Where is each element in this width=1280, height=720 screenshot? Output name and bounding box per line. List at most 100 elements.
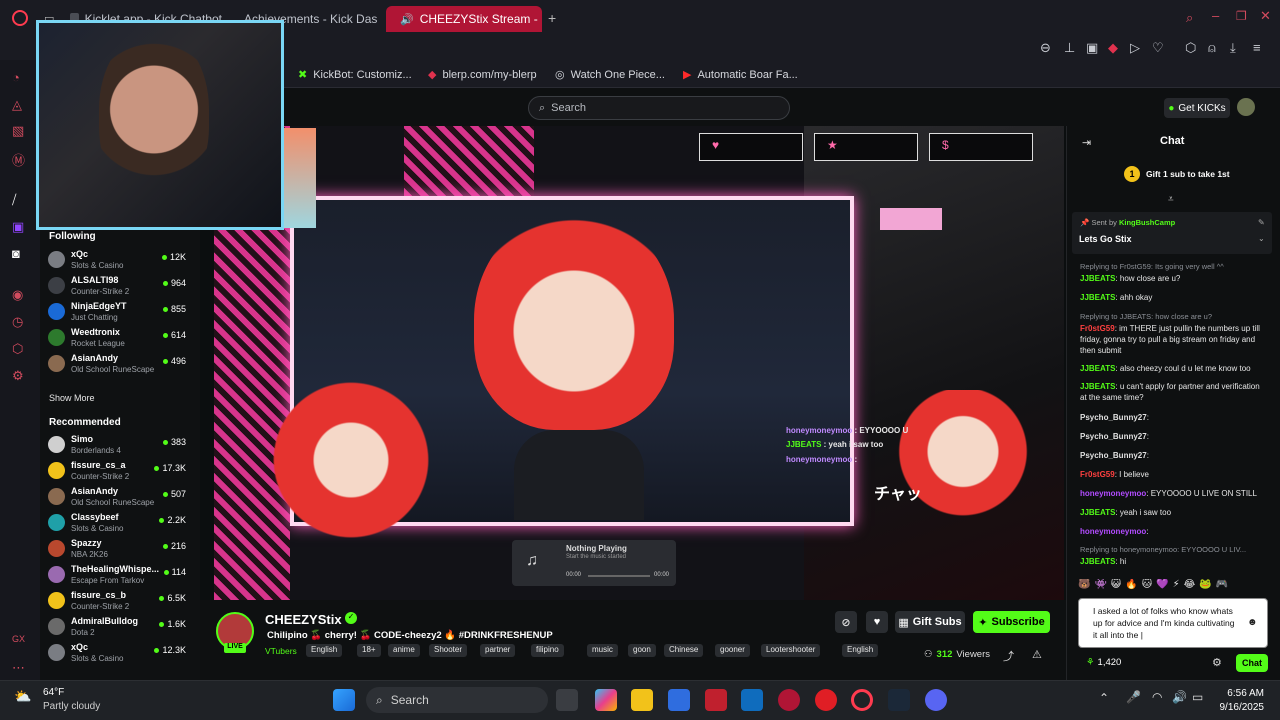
volume-icon[interactable]: 🔊	[1172, 690, 1187, 704]
file-explorer-icon[interactable]	[631, 689, 653, 711]
sidebar-channel[interactable]: Weedtronix Rocket League 614	[48, 327, 190, 351]
chat-message[interactable]: JJBEATS: u can't apply for partner and v…	[1080, 381, 1266, 403]
opera-gx-icon[interactable]	[851, 689, 873, 711]
chat-username[interactable]: Psycho_Bunny27	[1080, 413, 1147, 422]
battery-icon[interactable]: ▭	[1192, 690, 1203, 704]
chat-reply-context[interactable]: Replying to Fr0stG59: Its going very wel…	[1080, 262, 1266, 271]
sidebar-channel[interactable]: AsianAndy Old School RuneScape 507	[48, 486, 190, 510]
follow-button[interactable]: ♥	[866, 611, 888, 633]
twitch-ext-icon[interactable]: ▧	[12, 123, 24, 139]
clock-time[interactable]: 6:56 AM	[1226, 688, 1264, 699]
close-window-icon[interactable]: ✕	[1260, 8, 1271, 24]
sidebar-channel[interactable]: Spazzy NBA 2K26 216	[48, 538, 190, 562]
chat-message[interactable]: Psycho_Bunny27:	[1080, 412, 1266, 423]
history-icon[interactable]: ◷	[12, 314, 23, 330]
mail-icon[interactable]: Ⓜ	[12, 150, 25, 169]
sidebar-channel[interactable]: NinjaEdgeYT Just Chatting 855	[48, 301, 190, 325]
heart-icon[interactable]: ♡	[1152, 40, 1164, 56]
menu-icon[interactable]: ≡	[1253, 40, 1261, 55]
emoji-icon[interactable]: ☻	[1247, 617, 1258, 628]
tag-chip[interactable]: goon	[628, 644, 656, 657]
chat-username[interactable]: Psycho_Bunny27	[1080, 451, 1147, 460]
play-icon[interactable]: ▷	[1130, 40, 1140, 56]
chevron-down-icon[interactable]: ⌄	[1258, 234, 1265, 243]
sidebar-channel[interactable]: xQc Slots & Casino 12.3K	[48, 642, 190, 666]
chat-message[interactable]: honeymoneymoo:	[1080, 526, 1266, 537]
chat-username[interactable]: JJBEATS	[1080, 557, 1115, 566]
chat-username[interactable]: JJBEATS	[1080, 274, 1115, 283]
chat-message[interactable]: JJBEATS: hi	[1080, 556, 1266, 567]
get-kicks-button[interactable]: ● Get KICKs	[1164, 98, 1230, 118]
chat-input[interactable]: I asked a lot of folks who know whats up…	[1078, 598, 1268, 648]
obs-icon[interactable]	[815, 689, 837, 711]
expand-icon[interactable]: ⩡	[1168, 194, 1174, 205]
chat-username[interactable]: honeymoneymoo	[1080, 527, 1146, 536]
extensions-icon[interactable]: ⬡	[1185, 40, 1196, 56]
game-icon[interactable]	[705, 689, 727, 711]
zoom-out-icon[interactable]: ⊖	[1040, 40, 1051, 56]
aria-icon[interactable]: ◔	[12, 70, 20, 85]
tag-chip[interactable]: filipino	[531, 644, 564, 657]
gift-banner[interactable]: 1 Gift 1 sub to take 1st	[1124, 166, 1230, 182]
start-icon[interactable]	[333, 689, 355, 711]
pin-icon[interactable]: ⊥	[1064, 40, 1075, 56]
player-icon[interactable]: ◉	[12, 287, 23, 303]
profile-icon[interactable]: ⍝	[1208, 40, 1216, 56]
new-tab-button[interactable]: +	[548, 10, 556, 26]
clock-date[interactable]: 9/16/2025	[1214, 702, 1265, 713]
copilot-icon[interactable]	[595, 689, 617, 711]
more-icon[interactable]: ⋯	[12, 660, 25, 676]
channel-points[interactable]: ⚘ 1,420	[1086, 657, 1121, 668]
gift-subs-button[interactable]: ▦ Gift Subs	[895, 611, 965, 633]
weather-temp[interactable]: 64°F	[43, 687, 64, 698]
chat-username[interactable]: Psycho_Bunny27	[1080, 432, 1147, 441]
tag-chip[interactable]: partner	[480, 644, 516, 657]
outlook-icon[interactable]	[741, 689, 763, 711]
show-more-button[interactable]: Show More	[49, 393, 95, 403]
emote-bar[interactable]: 🐻👾😺🔥🐱💜⚡😂🐸🎮	[1078, 579, 1268, 593]
share-icon[interactable]: ⤴	[1003, 648, 1014, 664]
cube-icon[interactable]: ⬡	[12, 341, 23, 357]
tag-chip[interactable]: Shooter	[429, 644, 468, 657]
tag-chip[interactable]: Chinese	[664, 644, 704, 657]
chat-username[interactable]: JJBEATS	[1080, 293, 1115, 302]
wifi-icon[interactable]: ◠	[1152, 690, 1162, 704]
bookmark-boar[interactable]: ▶ Automatic Boar Fa...	[683, 68, 798, 82]
sidebar-channel[interactable]: TheHealingWhispe... Escape From Tarkov 114	[48, 564, 190, 588]
shield-icon[interactable]: ◆	[1108, 40, 1118, 56]
send-chat-button[interactable]: Chat	[1236, 654, 1268, 672]
twitch-icon[interactable]: ▣	[12, 219, 24, 235]
sidebar-channel[interactable]: fissure_cs_b Counter-Strike 2 6.5K	[48, 590, 190, 614]
chat-message[interactable]: Fr0stG59: I believe	[1080, 469, 1266, 480]
chat-message[interactable]: Fr0stG59: im THERE just pullin the numbe…	[1080, 323, 1266, 356]
sidebar-channel[interactable]: AsianAndy Old School RuneScape 496	[48, 353, 190, 377]
chat-reply-context[interactable]: Replying to honeymoneymoo: EYYOOOO U LIV…	[1080, 545, 1266, 554]
sidebar-channel[interactable]: ALSALTI98 Counter-Strike 2 964	[48, 275, 190, 299]
tag-chip[interactable]: 18+	[357, 644, 381, 657]
minimize-icon[interactable]: –	[1212, 8, 1219, 23]
tag-chip[interactable]: gooner	[715, 644, 750, 657]
chat-message[interactable]: JJBEATS: ahh okay	[1080, 292, 1266, 303]
sidebar-channel[interactable]: Simo Borderlands 4 383	[48, 434, 190, 458]
media-icon[interactable]	[778, 689, 800, 711]
chat-message[interactable]: JJBEATS: how close are u?	[1080, 273, 1266, 284]
steam-icon[interactable]	[888, 689, 910, 711]
chat-message[interactable]: Psycho_Bunny27:	[1080, 450, 1266, 461]
discord-icon[interactable]	[925, 689, 947, 711]
streamer-name[interactable]: CHEEZYStix	[265, 612, 342, 627]
tag-chip[interactable]: English	[306, 644, 343, 657]
chat-message[interactable]: JJBEATS: also cheezy coul d u let me kno…	[1080, 363, 1266, 374]
bookmark-blerp[interactable]: ◆ blerp.com/my-blerp	[428, 68, 537, 82]
tag-chip[interactable]: anime	[388, 644, 420, 657]
chat-settings-icon[interactable]: ⚙	[1212, 656, 1222, 669]
tab-cheezystix[interactable]: 🔊 CHEEZYStix Stream -	[386, 6, 542, 32]
chat-username[interactable]: honeymoneymoo	[1080, 489, 1146, 498]
user-avatar[interactable]	[1237, 98, 1255, 116]
unpin-icon[interactable]: ✎	[1258, 218, 1265, 227]
tag-chip[interactable]: English	[842, 644, 879, 657]
sidebar-channel[interactable]: AdmiralBulldog Dota 2 1.6K	[48, 616, 190, 640]
task-view-icon[interactable]	[556, 689, 578, 711]
gx-icon[interactable]: ◬	[12, 97, 22, 113]
chat-username[interactable]: JJBEATS	[1080, 364, 1115, 373]
maximize-icon[interactable]: ❐	[1236, 9, 1247, 23]
